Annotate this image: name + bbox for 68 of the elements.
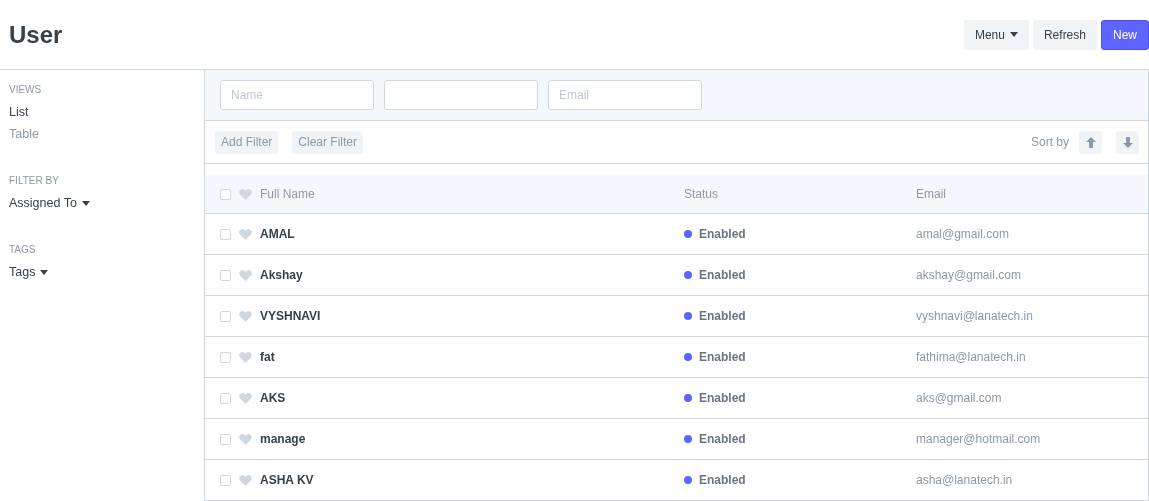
status-text: Enabled — [699, 473, 746, 487]
sort-ascending-button[interactable] — [1079, 130, 1102, 154]
row-checkbox[interactable] — [220, 269, 231, 281]
new-button[interactable]: New — [1101, 19, 1149, 50]
user-name-link[interactable]: fat — [260, 350, 275, 364]
status-dot — [684, 435, 692, 443]
select-all-checkbox[interactable] — [220, 188, 231, 200]
row-checkbox[interactable] — [220, 474, 231, 486]
email-cell-text: fathima@lanatech.in — [916, 350, 1027, 364]
status-dot — [684, 230, 692, 238]
heart-icon[interactable] — [239, 392, 252, 404]
heart-icon[interactable] — [239, 188, 252, 200]
heart-icon[interactable] — [239, 351, 252, 363]
user-name-link[interactable]: Akshay — [260, 268, 303, 282]
status-dot — [684, 476, 692, 484]
row-checkbox[interactable] — [220, 310, 231, 322]
status-text: Enabled — [699, 268, 746, 282]
sort-label: Sort by — [1031, 135, 1069, 149]
status-text: Enabled — [699, 309, 746, 323]
caret-icon — [1009, 32, 1018, 37]
caret-icon — [81, 200, 90, 206]
column-header: Email — [916, 187, 947, 201]
refresh-button[interactable]: Refresh — [1032, 19, 1097, 50]
row-checkbox[interactable] — [220, 392, 231, 404]
status-text: Enabled — [699, 227, 746, 241]
email-filter-field[interactable]: Email — [548, 80, 702, 110]
status-text: Enabled — [699, 432, 746, 446]
user-name-link[interactable]: AKS — [260, 391, 286, 405]
email-cell-text: akshay@gmail.com — [916, 268, 1022, 282]
status-text: Enabled — [699, 350, 746, 364]
section-heading: FILTER BY — [9, 175, 59, 186]
page-title: User — [9, 20, 63, 49]
name-filter-field[interactable]: Name — [220, 80, 374, 110]
email-cell-text: manager@hotmail.com — [916, 432, 1042, 446]
arrow-down-icon — [1122, 136, 1133, 148]
heart-icon[interactable] — [239, 228, 252, 240]
user-name-link[interactable]: VYSHNAVI — [260, 309, 321, 323]
caret-icon — [40, 269, 49, 275]
heart-icon[interactable] — [239, 474, 252, 486]
row-checkbox[interactable] — [220, 351, 231, 363]
filter-field[interactable] — [384, 80, 538, 110]
status-dot — [684, 394, 692, 402]
email-cell-text: vyshnavi@lanatech.in — [916, 309, 1034, 323]
heart-icon[interactable] — [239, 433, 252, 445]
user-name-link[interactable]: ASHA KV — [260, 473, 314, 487]
email-cell-text: amal@gmail.com — [916, 227, 1010, 241]
sort-descending-button[interactable] — [1116, 130, 1139, 154]
heart-icon[interactable] — [239, 310, 252, 322]
menu-button[interactable]: Menu — [963, 19, 1029, 50]
status-dot — [684, 312, 692, 320]
row-checkbox[interactable] — [220, 228, 231, 240]
section-heading: TAGS — [9, 244, 36, 255]
heart-icon[interactable] — [239, 269, 252, 281]
sidebar-dropdown[interactable]: Tags — [9, 261, 49, 283]
sidebar-dropdown[interactable]: Assigned To — [9, 192, 90, 214]
status-dot — [684, 353, 692, 361]
column-header: Status — [684, 187, 720, 201]
section-heading: VIEWS — [9, 84, 42, 95]
status-dot — [684, 271, 692, 279]
email-cell-text: aks@gmail.com — [916, 391, 1003, 405]
row-checkbox[interactable] — [220, 433, 231, 445]
email-cell-text: asha@lanatech.in — [916, 473, 1014, 487]
user-name-link[interactable]: manage — [260, 432, 306, 446]
arrow-up-icon — [1085, 136, 1096, 148]
column-header: Full Name — [260, 187, 315, 201]
sidebar-item[interactable]: List — [9, 101, 29, 123]
status-text: Enabled — [699, 391, 746, 405]
user-name-link[interactable]: AMAL — [260, 227, 295, 241]
